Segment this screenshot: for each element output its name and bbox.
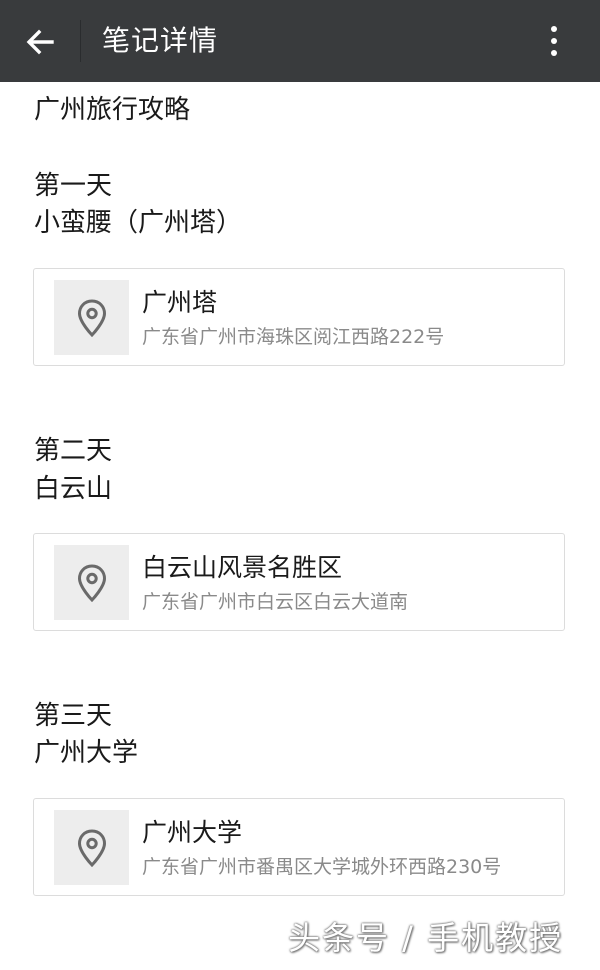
day-1-place: 小蛮腰（广州塔）	[34, 208, 243, 238]
location-pin-icon	[77, 563, 106, 602]
arrow-left-icon	[26, 29, 54, 55]
location-card-3[interactable]: 广州大学 广东省广州市番禺区大学城外环西路230号	[33, 798, 565, 896]
watermark: 头条号 / 手机教授	[288, 919, 564, 957]
day-2-label: 第二天	[34, 436, 113, 466]
location-address: 广东省广州市海珠区阅江西路222号	[142, 326, 445, 348]
location-name: 广州大学	[142, 818, 243, 847]
app-bar: 笔记详情	[0, 0, 600, 82]
location-name: 广州塔	[142, 288, 218, 317]
location-address: 广东省广州市白云区白云大道南	[142, 591, 409, 613]
location-icon-box	[54, 545, 129, 620]
location-card-2[interactable]: 白云山风景名胜区 广东省广州市白云区白云大道南	[33, 533, 565, 631]
location-address: 广东省广州市番禺区大学城外环西路230号	[142, 856, 502, 878]
more-options-button[interactable]	[532, 18, 576, 64]
location-pin-icon	[77, 298, 106, 337]
location-name: 白云山风景名胜区	[142, 553, 343, 582]
back-button[interactable]	[18, 20, 62, 64]
more-vertical-icon	[551, 26, 557, 32]
location-pin-icon	[77, 828, 106, 867]
day-2-place: 白云山	[34, 474, 113, 504]
page-title: 笔记详情	[102, 24, 219, 57]
day-3-place: 广州大学	[34, 738, 139, 768]
location-icon-box	[54, 810, 129, 885]
location-card-1[interactable]: 广州塔 广东省广州市海珠区阅江西路222号	[33, 268, 565, 366]
location-icon-box	[54, 280, 129, 355]
day-1-label: 第一天	[34, 171, 113, 201]
day-3-label: 第三天	[34, 701, 113, 731]
header-divider	[80, 20, 81, 62]
note-title: 广州旅行攻略	[34, 95, 191, 125]
